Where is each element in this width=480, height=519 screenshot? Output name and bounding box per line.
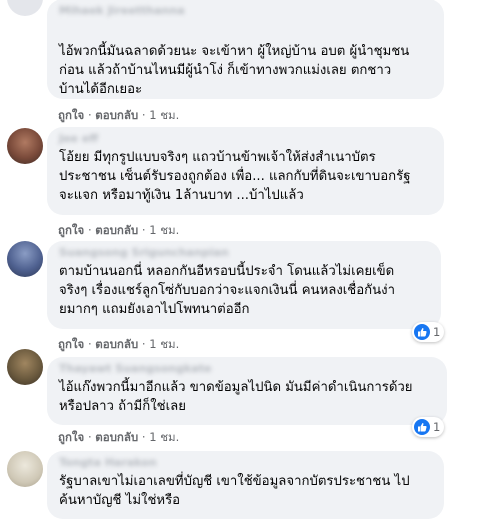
avatar[interactable] (7, 128, 43, 164)
comment-time[interactable]: 1 ชม. (149, 108, 179, 122)
like-icon (414, 324, 430, 340)
comment-text: ไอ้แก๊งพวกนี้มาอีกแล้ว ขาดข้อมูลไปนิด มั… (59, 380, 413, 414)
like-link[interactable]: ถูกใจ (58, 430, 84, 444)
comment-author[interactable]: Mihaek Jireetthanna (59, 4, 432, 18)
comment-actions: ถูกใจ · ตอบกลับ · 1 ชม. (58, 430, 179, 444)
comment-text: ไอ้พวกนี้มันฉลาดด้วยนะ จะเข้าหา ผู้ใหญ่บ… (59, 44, 410, 97)
avatar[interactable] (7, 241, 43, 277)
reply-link[interactable]: ตอบกลับ (95, 337, 138, 351)
like-link[interactable]: ถูกใจ (58, 337, 84, 351)
comment-bubble: Tongta Harakon รัฐบาลเขาไม่เอาเลขที่บัญช… (47, 451, 444, 519)
comment-bubble: Suangsong Srigunchanpian ตามบ้านนอกนี่ ห… (47, 241, 441, 329)
avatar[interactable] (7, 451, 43, 487)
like-icon (414, 419, 430, 435)
comment-actions: ถูกใจ · ตอบกลับ · 1 ชม. (58, 337, 179, 351)
avatar[interactable] (7, 349, 43, 385)
comment-actions: ถูกใจ · ตอบกลับ · 1 ชม. (58, 223, 179, 237)
comment-bubble: Jee eff โอ้ยย มีทุกรูปแบบจริงๆ แถวบ้านข้… (47, 127, 444, 215)
comment-author[interactable]: Thayawt Suangsongkate (59, 362, 435, 376)
comment-author[interactable]: Tongta Harakon (59, 456, 432, 470)
reaction-number: 1 (433, 420, 441, 434)
reply-link[interactable]: ตอบกลับ (95, 430, 138, 444)
comment-text: ตามบ้านนอกนี่ หลอกกันอีหรอบนี้ประจำ โดนแ… (59, 264, 396, 317)
comment-bubble: Thayawt Suangsongkate ไอ้แก๊งพวกนี้มาอีก… (47, 357, 447, 425)
reaction-count[interactable]: 1 (412, 322, 445, 342)
comment-time[interactable]: 1 ชม. (149, 223, 179, 237)
reply-link[interactable]: ตอบกลับ (95, 223, 138, 237)
reaction-number: 1 (433, 325, 441, 339)
reaction-count[interactable]: 1 (412, 417, 445, 437)
comment-text: รัฐบาลเขาไม่เอาเลขที่บัญชี เขาใช้ข้อมูลจ… (59, 474, 410, 508)
comment-bubble: Mihaek Jireetthanna ไอ้พวกนี้มันฉลาดด้วย… (47, 0, 444, 99)
comment-actions: ถูกใจ · ตอบกลับ · 1 ชม. (58, 108, 179, 122)
reply-link[interactable]: ตอบกลับ (95, 108, 138, 122)
comment-text: โอ้ยย มีทุกรูปแบบจริงๆ แถวบ้านข้าพเจ้าให… (59, 150, 411, 203)
comment-author[interactable]: Jee eff (59, 132, 432, 146)
comment-time[interactable]: 1 ชม. (149, 430, 179, 444)
comment-time[interactable]: 1 ชม. (149, 337, 179, 351)
like-link[interactable]: ถูกใจ (58, 223, 84, 237)
like-link[interactable]: ถูกใจ (58, 108, 84, 122)
avatar[interactable] (7, 0, 43, 16)
comment-author[interactable]: Suangsong Srigunchanpian (59, 246, 429, 260)
